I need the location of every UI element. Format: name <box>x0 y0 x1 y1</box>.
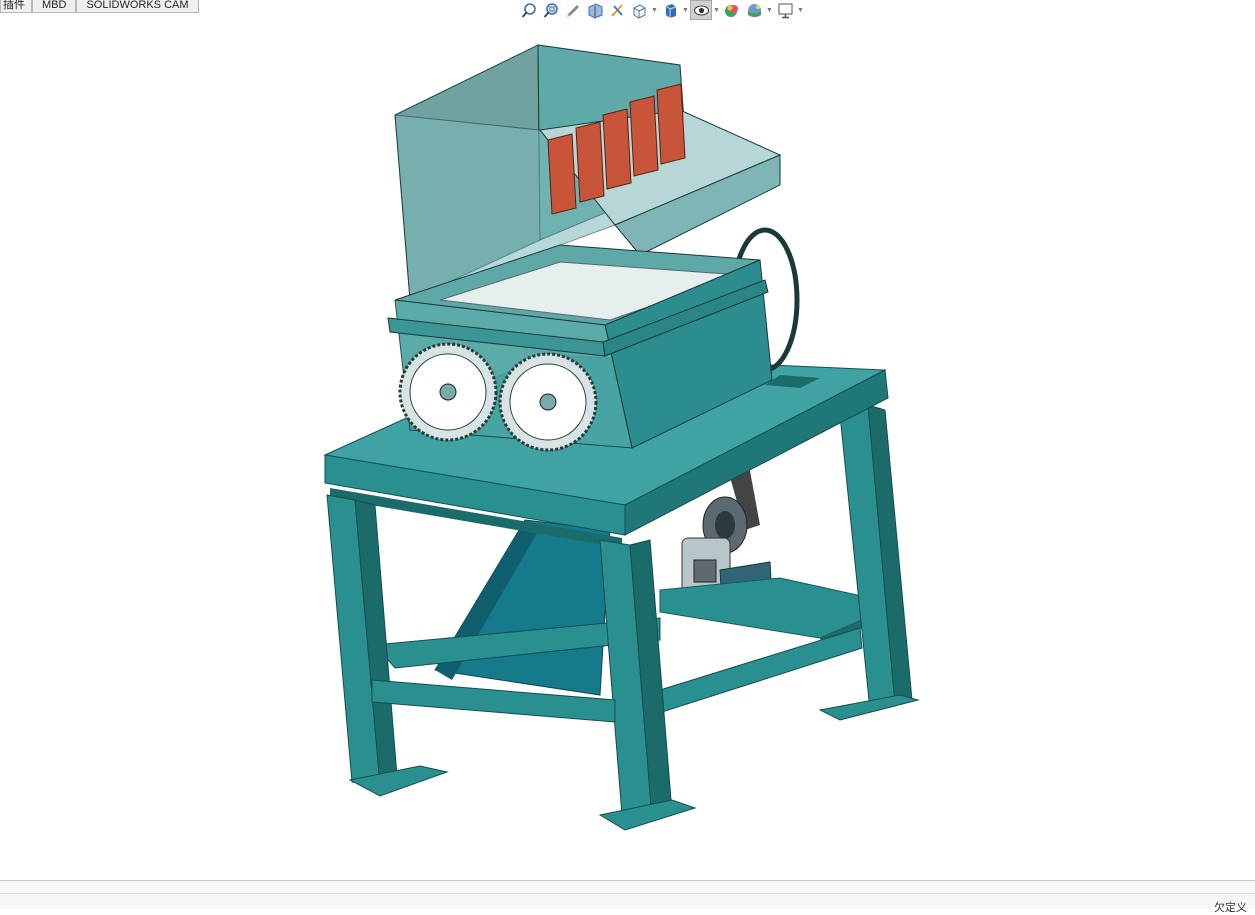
dynamic-annotation-button[interactable] <box>606 0 628 20</box>
status-definition-text: 欠定义 <box>1214 902 1247 914</box>
display-style-button[interactable] <box>659 0 681 20</box>
heads-up-view-toolbar: ▼ ▼ ▼ ▼ ▼ <box>518 0 805 20</box>
shredder-assembly-model <box>323 44 920 831</box>
apply-scene-icon <box>747 3 761 17</box>
tab-solidworks-cam[interactable]: SOLIDWORKS CAM <box>76 0 199 13</box>
zoom-to-area-button[interactable] <box>540 0 562 20</box>
edit-appearance-button[interactable] <box>721 0 743 20</box>
previous-view-icon <box>566 4 579 17</box>
display-style-icon <box>665 3 676 18</box>
view-settings-button[interactable] <box>774 0 796 20</box>
section-view-icon <box>588 2 602 19</box>
hide-show-items-button[interactable] <box>690 0 712 20</box>
previous-view-button[interactable] <box>562 0 584 20</box>
status-divider <box>0 893 1255 894</box>
chevron-down-icon[interactable]: ▼ <box>681 0 690 20</box>
apply-scene-button[interactable] <box>743 0 765 20</box>
graphics-area[interactable] <box>0 20 1255 880</box>
chevron-down-icon[interactable]: ▼ <box>796 0 805 20</box>
command-manager-tabs: 插件 MBD SOLIDWORKS CAM <box>0 0 199 13</box>
tab-plugins[interactable]: 插件 <box>0 0 32 13</box>
view-orientation-icon <box>633 3 645 19</box>
dynamic-annotation-icon <box>610 3 623 17</box>
zoom-to-fit-icon <box>521 2 536 18</box>
zoom-to-area-icon <box>543 2 558 18</box>
hide-show-items-icon <box>693 5 709 15</box>
zoom-to-fit-button[interactable] <box>518 0 540 20</box>
section-view-button[interactable] <box>584 0 606 20</box>
chevron-down-icon[interactable]: ▼ <box>650 0 659 20</box>
tab-mbd[interactable]: MBD <box>32 0 77 13</box>
chevron-down-icon[interactable]: ▼ <box>712 0 721 20</box>
chevron-down-icon[interactable]: ▼ <box>765 0 774 20</box>
edit-appearance-icon <box>724 4 738 17</box>
view-orientation-button[interactable] <box>628 0 650 20</box>
status-bar: 欠定义 <box>0 880 1255 914</box>
view-settings-icon <box>778 3 792 18</box>
discharge-chute <box>434 519 611 696</box>
